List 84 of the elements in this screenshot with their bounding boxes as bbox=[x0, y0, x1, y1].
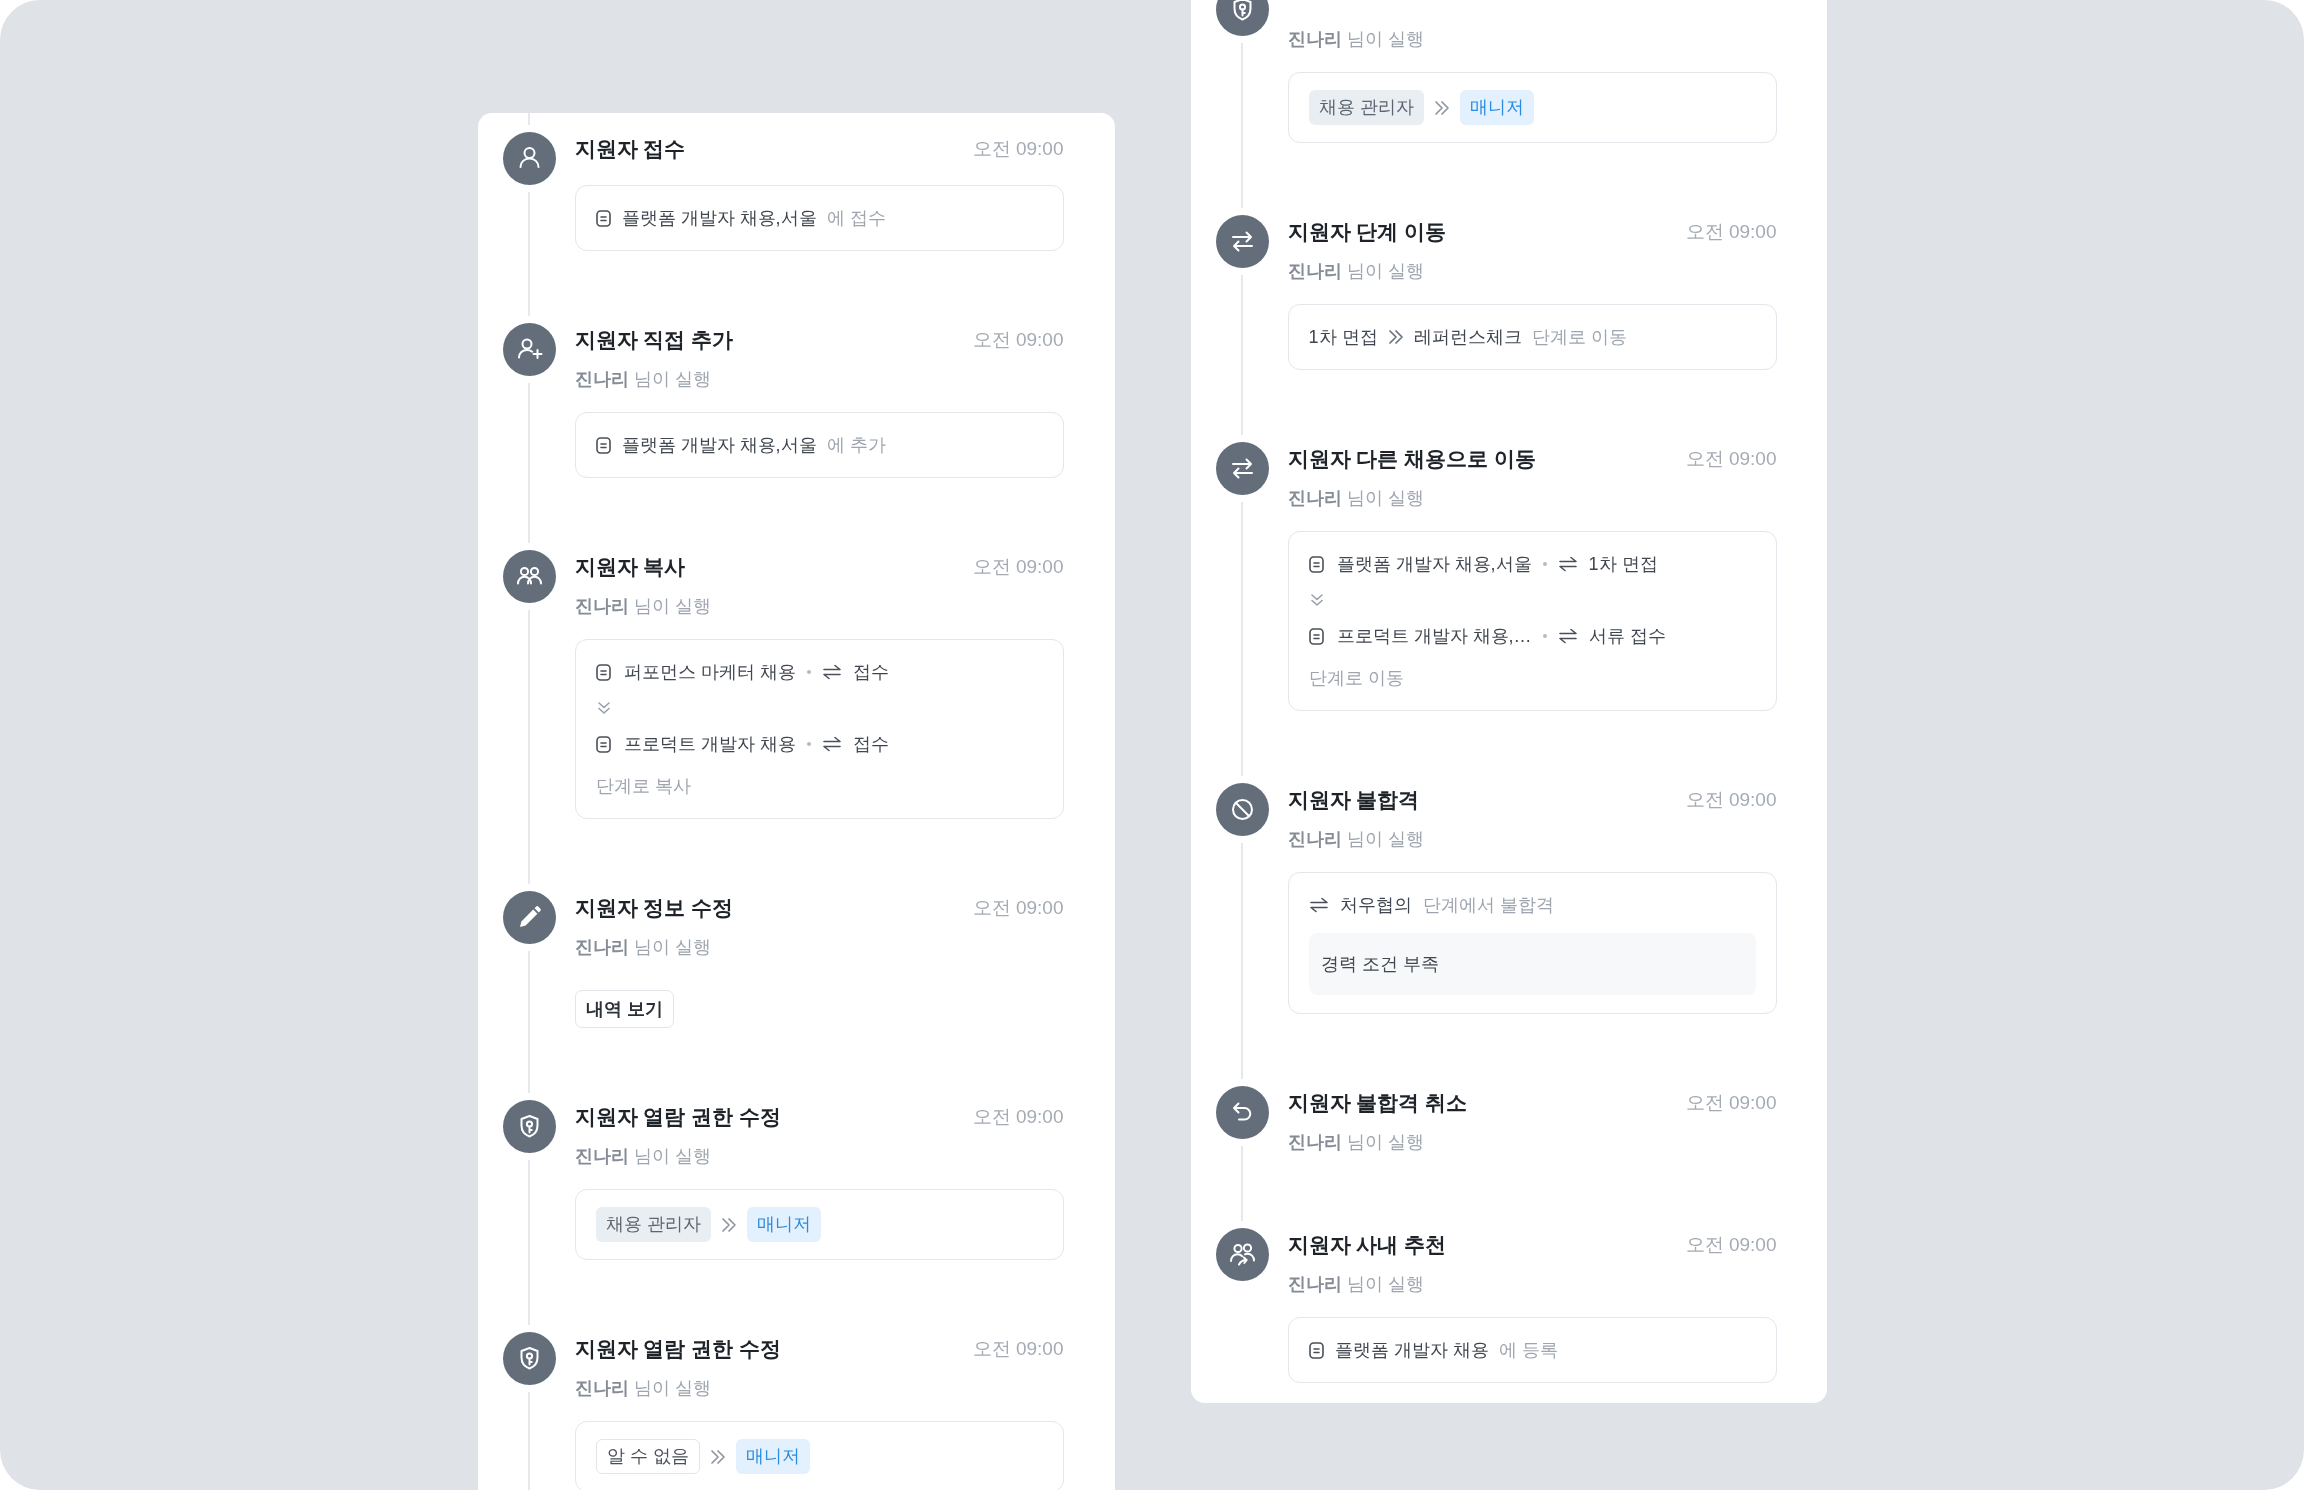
actor-text: 진나리 님이 실행 bbox=[1287, 1131, 1425, 1154]
stage-name: 처우협의 bbox=[1339, 894, 1412, 917]
event-title: 지원자 정보 수정 bbox=[574, 895, 734, 921]
posting-name: 플랫폼 개발자 채용,서울 bbox=[621, 434, 817, 457]
document-icon bbox=[1308, 555, 1324, 573]
dot-icon bbox=[1542, 634, 1547, 638]
event-time: 오전 09:00 bbox=[972, 328, 1064, 352]
posting-name: 플랫폼 개발자 채용,서울 bbox=[1336, 553, 1532, 576]
stage-name: 접수 bbox=[852, 661, 889, 684]
double-chevron-right-icon bbox=[708, 1447, 727, 1466]
role-tag: 채용 관리자 bbox=[1308, 90, 1424, 125]
actor-text: 진나리 님이 실행 bbox=[574, 595, 712, 618]
document-icon bbox=[595, 735, 611, 753]
double-chevron-right-icon bbox=[1386, 328, 1405, 346]
double-chevron-right-icon bbox=[1432, 98, 1451, 117]
dot-icon bbox=[806, 742, 811, 746]
event-title: 지원자 다른 채용으로 이동 bbox=[1287, 446, 1536, 472]
actor-text: 진나리 님이 실행 bbox=[574, 936, 712, 959]
event-title: 지원자 열람 권한 수정 bbox=[574, 1104, 781, 1130]
event-time: 오전 09:00 bbox=[1685, 1233, 1777, 1257]
dot-icon bbox=[1542, 562, 1547, 566]
actor-text: 진나리 님이 실행 bbox=[574, 1145, 712, 1168]
event-title: 지원자 사내 추천 bbox=[1287, 1232, 1447, 1258]
event-title: 지원자 단계 이동 bbox=[1287, 219, 1447, 245]
actor-text: 진나리 님이 실행 bbox=[1287, 487, 1425, 510]
role-tag: 매니저 bbox=[1459, 90, 1534, 125]
document-icon bbox=[595, 209, 611, 227]
event-time: 오전 09:00 bbox=[972, 137, 1064, 161]
actor-text: 진나리 님이 실행 bbox=[574, 1377, 712, 1400]
posting-name: 프로덕트 개발자 채용,… bbox=[1336, 625, 1532, 648]
action-text: 에 등록 bbox=[1498, 1339, 1558, 1362]
event-title: 지원자 복사 bbox=[574, 554, 686, 580]
actor-text: 진나리 님이 실행 bbox=[574, 368, 712, 391]
action-text: 단계에서 불합격 bbox=[1422, 894, 1554, 917]
posting-name: 플랫폼 개발자 채용,서울 bbox=[621, 207, 817, 230]
event-title: 지원자 접수 bbox=[574, 136, 686, 162]
stage-name: 서류 접수 bbox=[1588, 625, 1666, 648]
document-icon bbox=[1308, 627, 1324, 645]
action-text: 에 추가 bbox=[826, 434, 886, 457]
role-tag: 매니저 bbox=[735, 1439, 810, 1474]
actor-text: 진나리 님이 실행 bbox=[1287, 260, 1425, 283]
event-time: 오전 09:00 bbox=[1685, 220, 1777, 244]
action-text: 단계로 이동 bbox=[1308, 667, 1404, 690]
event-title: 지원자 불합격 bbox=[1287, 787, 1420, 813]
event-time: 오전 09:00 bbox=[1685, 1091, 1777, 1115]
posting-name: 퍼포먼스 마케터 채용 bbox=[623, 661, 796, 684]
posting-name: 플랫폼 개발자 채용 bbox=[1334, 1339, 1489, 1362]
action-text: 단계로 복사 bbox=[595, 775, 691, 798]
document-icon bbox=[595, 663, 611, 681]
event-time: 오전 09:00 bbox=[972, 1337, 1064, 1361]
actor-text: 진나리 님이 실행 bbox=[1287, 28, 1425, 51]
event-time: 오전 09:00 bbox=[972, 1105, 1064, 1129]
double-chevron-right-icon bbox=[719, 1215, 738, 1234]
event-time: 오전 09:00 bbox=[1685, 788, 1777, 812]
document-icon bbox=[595, 436, 611, 454]
event-title: 지원자 열람 권한 수정 bbox=[574, 1336, 781, 1362]
event-time: 오전 09:00 bbox=[972, 896, 1064, 920]
stage-name: 레퍼런스체크 bbox=[1413, 326, 1522, 349]
view-history-button[interactable]: 내역 보기 bbox=[574, 990, 674, 1028]
event-time: 오전 09:00 bbox=[972, 555, 1064, 579]
swap-icon bbox=[821, 736, 842, 752]
action-text: 단계로 이동 bbox=[1531, 326, 1627, 349]
posting-name: 프로덕트 개발자 채용 bbox=[623, 733, 796, 756]
reason-text: 경력 조건 부족 bbox=[1308, 933, 1756, 995]
event-title: 지원자 직접 추가 bbox=[574, 327, 734, 353]
event-time: 오전 09:00 bbox=[1685, 447, 1777, 471]
double-chevron-down-icon bbox=[595, 700, 612, 716]
swap-icon bbox=[1308, 897, 1329, 913]
event-title: 지원자 불합격 취소 bbox=[1287, 1090, 1468, 1116]
actor-text: 진나리 님이 실행 bbox=[1287, 828, 1425, 851]
role-tag: 알 수 없음 bbox=[595, 1439, 700, 1474]
swap-icon bbox=[821, 664, 842, 680]
double-chevron-down-icon bbox=[1308, 592, 1325, 608]
role-tag: 채용 관리자 bbox=[595, 1207, 711, 1242]
dot-icon bbox=[806, 670, 811, 674]
swap-icon bbox=[1557, 628, 1578, 644]
action-text: 에 접수 bbox=[826, 207, 886, 230]
stage-name: 1차 면접 bbox=[1308, 326, 1378, 349]
stage-name: 접수 bbox=[852, 733, 889, 756]
swap-icon bbox=[1557, 556, 1578, 572]
role-tag: 매니저 bbox=[746, 1207, 821, 1242]
stage-name: 1차 면접 bbox=[1588, 553, 1658, 576]
document-icon bbox=[1308, 1341, 1324, 1359]
actor-text: 진나리 님이 실행 bbox=[1287, 1273, 1425, 1296]
